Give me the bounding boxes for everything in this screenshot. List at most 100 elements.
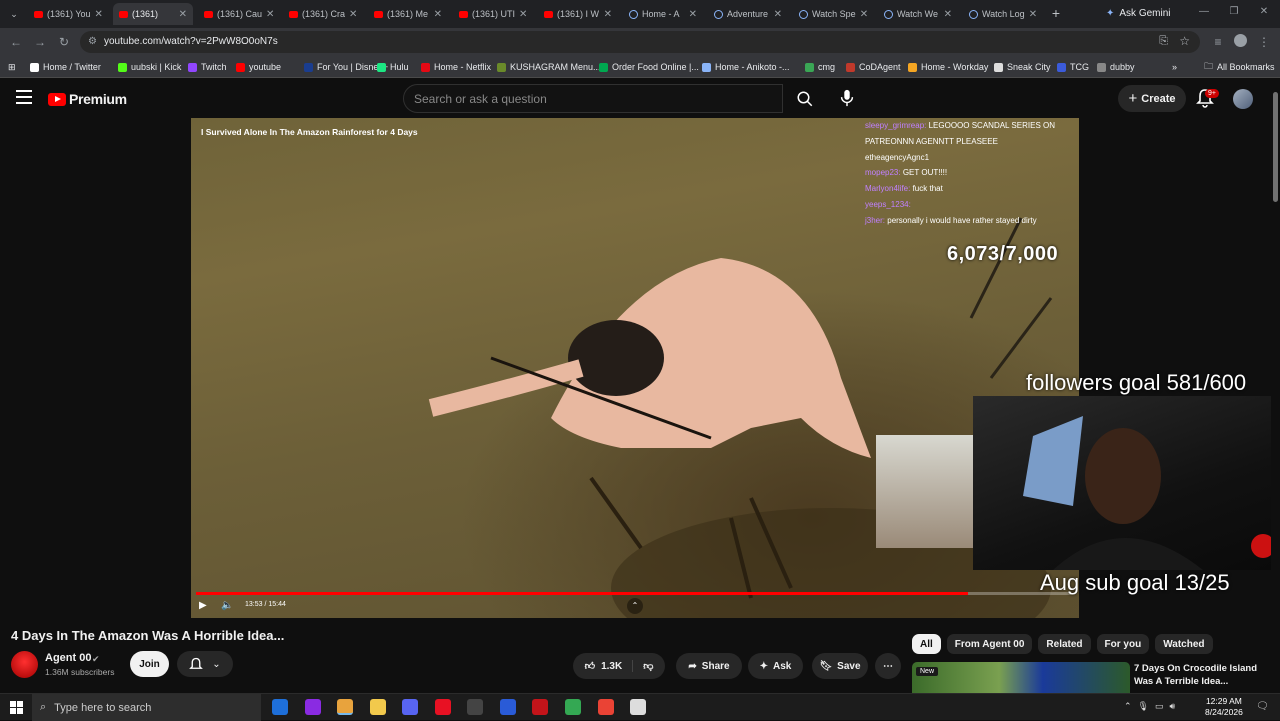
join-button[interactable]: Join [130, 651, 169, 677]
bookmark-item[interactable]: TCG [1057, 60, 1089, 74]
channel-avatar[interactable] [11, 651, 38, 678]
bookmark-item[interactable]: For You | Disney+ [304, 60, 388, 74]
chevron-up-icon[interactable]: ⌃ [627, 598, 643, 614]
minimize-button[interactable]: — [1196, 6, 1212, 17]
filter-chip[interactable]: From Agent 00 [946, 634, 1033, 654]
browser-tab[interactable]: (1361) You ✕ [28, 3, 108, 25]
channel-name[interactable]: Agent 00 [45, 652, 91, 664]
tab-close-icon[interactable]: ✕ [860, 9, 868, 20]
restore-button[interactable]: ❐ [1226, 6, 1242, 17]
tab-close-icon[interactable]: ✕ [604, 9, 612, 20]
forward-button[interactable]: → [32, 34, 48, 50]
tab-close-icon[interactable]: ✕ [519, 9, 527, 20]
network-icon[interactable]: ▭ [1155, 701, 1164, 712]
back-button[interactable]: ← [8, 34, 24, 50]
app-icon-2[interactable] [305, 699, 321, 715]
notifications-center-icon[interactable]: 🗨︎ [1256, 701, 1269, 712]
discord-icon[interactable] [402, 699, 418, 715]
taskbar-clock[interactable]: 12:29 AM 8/24/2026 [1205, 696, 1243, 718]
youtube-premium-logo[interactable]: Premium [48, 91, 127, 107]
bookmark-item[interactable]: Hulu [377, 60, 409, 74]
like-button[interactable]: 👍︎ 1.3K [585, 660, 634, 672]
bookmark-item[interactable]: Home - Workday [908, 60, 988, 74]
bookmark-star-icon[interactable]: ☆ [1179, 34, 1190, 48]
chrome-taskbar-icon[interactable] [337, 699, 353, 715]
voice-search-button[interactable] [834, 85, 860, 111]
video-progress-bar[interactable] [196, 592, 1071, 595]
bookmark-item[interactable]: Home / Twitter [30, 60, 101, 74]
bookmark-item[interactable]: Twitch [188, 60, 227, 74]
tab-close-icon[interactable]: ✕ [944, 9, 952, 20]
tab-close-icon[interactable]: ✕ [179, 9, 187, 20]
browser-tab[interactable]: Watch Spe ✕ [793, 3, 873, 25]
profile-icon[interactable] [1232, 34, 1248, 50]
steam-icon[interactable] [467, 699, 483, 715]
bookmark-item[interactable]: dubby [1097, 60, 1135, 74]
bookmark-item[interactable]: youtube [236, 60, 281, 74]
install-app-icon[interactable]: ⎘ [1159, 35, 1168, 48]
search-box[interactable] [403, 84, 783, 113]
reload-button[interactable]: ↻ [56, 34, 72, 50]
browser-tab[interactable]: Watch We ✕ [878, 3, 958, 25]
bookmark-item[interactable]: cmg [805, 60, 835, 74]
tab-search-chevron-icon[interactable]: ⌄ [6, 6, 22, 22]
filter-chip[interactable]: All [912, 634, 941, 654]
play-icon[interactable]: ▶ [199, 600, 207, 611]
search-button[interactable] [784, 84, 826, 113]
tab-close-icon[interactable]: ✕ [266, 9, 274, 20]
save-button[interactable]: 🔖︎ Save [812, 653, 868, 679]
filter-chip[interactable]: Related [1038, 634, 1091, 654]
site-info-icon[interactable]: ⚙ [88, 36, 97, 47]
scrollbar-thumb[interactable] [1273, 92, 1278, 202]
bookmark-item[interactable]: Home - Anikoto -... [702, 60, 790, 74]
file-explorer-icon[interactable] [370, 699, 386, 715]
more-actions-button[interactable]: ⋯ [875, 653, 901, 679]
browser-tab[interactable]: (1361) Cau ✕ [198, 3, 278, 25]
chrome-profile-2-icon[interactable] [598, 699, 614, 715]
new-tab-button[interactable]: + [1048, 5, 1064, 21]
bookmark-item[interactable]: CoDAgent [846, 60, 901, 74]
taskbar-search-box[interactable]: ⌕ Type here to search [32, 694, 261, 721]
mic-tray-icon[interactable]: 🎙︎ [1138, 701, 1149, 712]
filter-chip[interactable]: Watched [1155, 634, 1213, 654]
tray-chevron-up-icon[interactable]: ⌃ [1124, 701, 1132, 712]
bookmark-item[interactable]: Order Food Online |... [599, 60, 699, 74]
apps-grid-icon[interactable]: ⊞ [8, 60, 16, 74]
tab-close-icon[interactable]: ✕ [1029, 9, 1037, 20]
ask-button[interactable]: ✦ Ask [748, 653, 803, 679]
tab-close-icon[interactable]: ✕ [689, 9, 697, 20]
volume-icon[interactable]: 🔈 [221, 600, 233, 611]
address-bar[interactable]: ⚙ youtube.com/watch?v=2PwW8O0oN7s ⎘ ☆ [80, 31, 1200, 53]
chrome-menu-icon[interactable]: ⋮ [1256, 34, 1272, 50]
subscription-bell-button[interactable]: ⌄ [177, 651, 233, 677]
recommended-video-title[interactable]: 7 Days On Crocodile Island Was A Terribl… [1134, 662, 1274, 688]
share-button[interactable]: ➦ Share [676, 653, 742, 679]
tab-close-icon[interactable]: ✕ [95, 9, 103, 20]
browser-tab[interactable]: Watch Log ✕ [963, 3, 1043, 25]
close-window-button[interactable]: ✕ [1256, 6, 1272, 17]
all-bookmarks-button[interactable]: 🗀 All Bookmarks [1204, 60, 1275, 74]
hamburger-menu-icon[interactable] [16, 90, 32, 104]
browser-tab[interactable]: (1361) ✕ [113, 3, 193, 25]
tab-close-icon[interactable]: ✕ [774, 9, 782, 20]
bookmark-item[interactable]: Home - Netflix [421, 60, 491, 74]
browser-tab[interactable]: (1361) UTI ✕ [453, 3, 533, 25]
bookmark-item[interactable]: uubski | Kick [118, 60, 181, 74]
browser-tab[interactable]: (1361) I W ✕ [538, 3, 618, 25]
browser-tab[interactable]: (1361) Cra ✕ [283, 3, 363, 25]
page-scrollbar[interactable] [1271, 80, 1280, 692]
media-controls-icon[interactable]: ≡ [1210, 34, 1226, 50]
adobe-icon[interactable] [532, 699, 548, 715]
tab-close-icon[interactable]: ✕ [349, 9, 357, 20]
create-button[interactable]: + Create [1118, 85, 1186, 112]
cortana-app-icon[interactable] [272, 699, 288, 715]
app-icon-8[interactable] [500, 699, 516, 715]
browser-tab[interactable]: Adventure ✕ [708, 3, 788, 25]
browser-tab[interactable]: Home - A ✕ [623, 3, 703, 25]
windows-start-icon[interactable] [10, 701, 23, 714]
url-text[interactable]: youtube.com/watch?v=2PwW8O0oN7s [104, 36, 278, 47]
browser-tab[interactable]: (1361) Me ✕ [368, 3, 448, 25]
media-player-icon[interactable] [435, 699, 451, 715]
tab-close-icon[interactable]: ✕ [434, 9, 442, 20]
volume-tray-icon[interactable]: 🔊︎ [1170, 701, 1176, 712]
